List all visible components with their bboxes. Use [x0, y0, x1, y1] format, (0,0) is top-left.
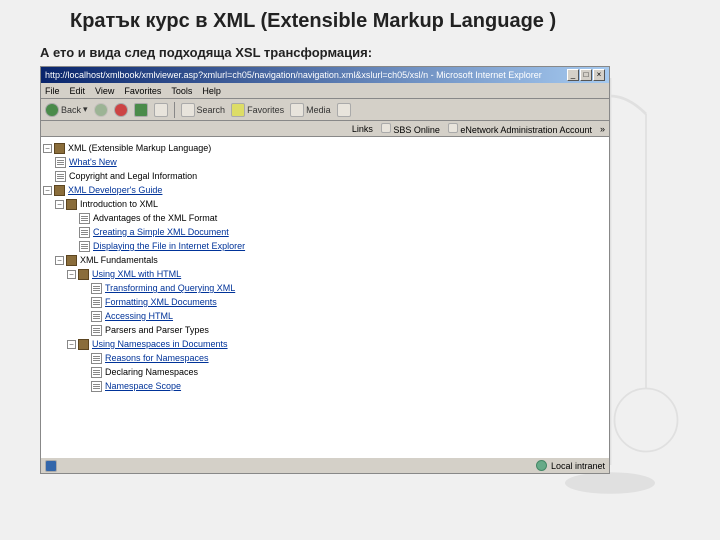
minimize-button[interactable]: _: [567, 69, 579, 81]
slide-subtitle: А ето и вида след подходяща XSL трансфор…: [40, 45, 680, 60]
favorites-button[interactable]: Favorites: [231, 103, 284, 117]
window-titlebar: http://localhost/xmlbook/xmlviewer.asp?x…: [41, 67, 609, 83]
document-icon: [55, 157, 66, 168]
ie-logo-icon: [45, 460, 57, 472]
tree-node-root[interactable]: − XML (Extensible Markup Language): [43, 141, 607, 155]
tree-node[interactable]: Copyright and Legal Information: [43, 169, 607, 183]
links-label: Links: [352, 124, 373, 134]
document-icon: [91, 311, 102, 322]
menu-favorites[interactable]: Favorites: [124, 86, 161, 96]
tree-node[interactable]: − Using XML with HTML: [43, 267, 607, 281]
book-icon: [66, 199, 77, 210]
tree-node[interactable]: Declaring Namespaces: [43, 365, 607, 379]
back-button[interactable]: Back ▾: [45, 103, 88, 117]
tree-node[interactable]: Reasons for Namespaces: [43, 351, 607, 365]
book-icon: [66, 255, 77, 266]
document-icon: [55, 171, 66, 182]
media-button[interactable]: Media: [290, 103, 331, 117]
link-icon: [448, 123, 458, 133]
collapse-icon[interactable]: −: [43, 186, 52, 195]
collapse-icon[interactable]: −: [43, 144, 52, 153]
link-item-1[interactable]: SBS Online: [381, 123, 440, 135]
star-icon: [231, 103, 245, 117]
tree-node[interactable]: Transforming and Querying XML: [43, 281, 607, 295]
window-title: http://localhost/xmlbook/xmlviewer.asp?x…: [45, 70, 567, 80]
document-icon: [79, 241, 90, 252]
status-bar: Local intranet: [41, 457, 609, 473]
book-icon: [54, 143, 65, 154]
tree-node[interactable]: Formatting XML Documents: [43, 295, 607, 309]
menu-edit[interactable]: Edit: [70, 86, 86, 96]
forward-icon[interactable]: [94, 103, 108, 117]
chevron-right-icon[interactable]: »: [600, 124, 605, 134]
maximize-button[interactable]: □: [580, 69, 592, 81]
search-icon: [181, 103, 195, 117]
tree-node[interactable]: What's New: [43, 155, 607, 169]
refresh-icon[interactable]: [134, 103, 148, 117]
menu-bar: File Edit View Favorites Tools Help: [41, 83, 609, 99]
tree-node[interactable]: Advantages of the XML Format: [43, 211, 607, 225]
document-icon: [91, 353, 102, 364]
tree-node[interactable]: Namespace Scope: [43, 379, 607, 393]
document-icon: [79, 227, 90, 238]
link-item-2[interactable]: eNetwork Administration Account: [448, 123, 592, 135]
close-button[interactable]: ×: [593, 69, 605, 81]
tree-node[interactable]: − Using Namespaces in Documents: [43, 337, 607, 351]
tree-node[interactable]: − XML Fundamentals: [43, 253, 607, 267]
book-icon: [78, 269, 89, 280]
media-icon: [290, 103, 304, 117]
collapse-icon[interactable]: −: [55, 256, 64, 265]
menu-help[interactable]: Help: [202, 86, 221, 96]
links-bar: Links SBS Online eNetwork Administration…: [41, 121, 609, 137]
history-icon[interactable]: [337, 103, 351, 117]
chevron-down-icon: ▾: [83, 104, 88, 115]
menu-file[interactable]: File: [45, 86, 60, 96]
link-icon: [381, 123, 391, 133]
document-icon: [91, 297, 102, 308]
document-icon: [91, 367, 102, 378]
tree-node[interactable]: − XML Developer's Guide: [43, 183, 607, 197]
back-icon: [45, 103, 59, 117]
collapse-icon[interactable]: −: [67, 340, 76, 349]
tree-node[interactable]: − Introduction to XML: [43, 197, 607, 211]
browser-window: http://localhost/xmlbook/xmlviewer.asp?x…: [40, 66, 610, 474]
security-zone: Local intranet: [551, 461, 605, 471]
document-icon: [91, 325, 102, 336]
slide-title: Кратък курс в XML (Extensible Markup Lan…: [70, 10, 680, 33]
menu-view[interactable]: View: [95, 86, 114, 96]
document-icon: [91, 381, 102, 392]
tree-node[interactable]: Displaying the File in Internet Explorer: [43, 239, 607, 253]
menu-tools[interactable]: Tools: [171, 86, 192, 96]
content-area: − XML (Extensible Markup Language) What'…: [41, 137, 609, 457]
tree-node[interactable]: Parsers and Parser Types: [43, 323, 607, 337]
collapse-icon[interactable]: −: [55, 200, 64, 209]
document-icon: [91, 283, 102, 294]
collapse-icon[interactable]: −: [67, 270, 76, 279]
search-button[interactable]: Search: [181, 103, 226, 117]
stop-icon[interactable]: [114, 103, 128, 117]
tree-node[interactable]: Accessing HTML: [43, 309, 607, 323]
zone-icon: [536, 460, 547, 471]
home-icon[interactable]: [154, 103, 168, 117]
tree-node[interactable]: Creating a Simple XML Document: [43, 225, 607, 239]
document-icon: [79, 213, 90, 224]
toolbar: Back ▾ Search Favorites Media: [41, 99, 609, 121]
book-icon: [78, 339, 89, 350]
book-icon: [54, 185, 65, 196]
